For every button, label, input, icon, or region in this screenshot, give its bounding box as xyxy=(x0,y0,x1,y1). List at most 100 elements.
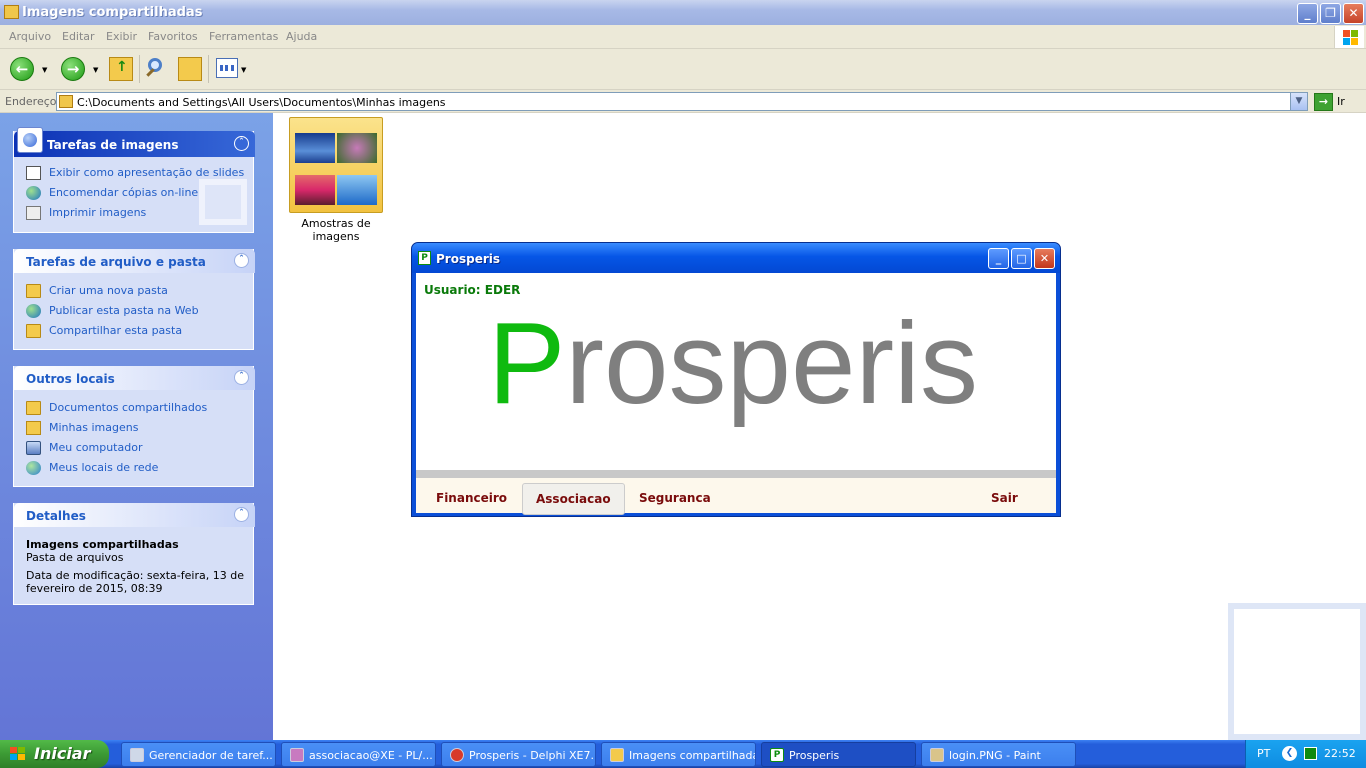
maximize-button[interactable]: ❐ xyxy=(1320,3,1341,24)
folders-icon[interactable] xyxy=(178,57,202,81)
forward-dropdown-icon[interactable]: ▼ xyxy=(93,66,98,74)
chevron-left-icon[interactable]: ❮ xyxy=(1282,746,1297,761)
taskbar-item-label[interactable]: Prosperis xyxy=(789,749,839,762)
prosperis-icon: P xyxy=(770,748,784,762)
taskbar-item-label[interactable]: Gerenciador de taref... xyxy=(149,749,273,762)
app-maximize-button[interactable]: □ xyxy=(1011,248,1032,269)
place-label[interactable]: Minhas imagens xyxy=(49,421,138,434)
task-label[interactable]: Publicar esta pasta na Web xyxy=(49,304,199,317)
menu-arquivo[interactable]: Arquivo xyxy=(9,30,51,43)
menu-exibir[interactable]: Exibir xyxy=(106,30,137,43)
task-label[interactable]: Compartilhar esta pasta xyxy=(49,324,182,337)
panel-header[interactable]: Tarefas de arquivo e pasta ˆ xyxy=(14,249,255,273)
toolbar-separator xyxy=(139,55,140,83)
collapse-icon[interactable]: ˆ xyxy=(234,370,249,385)
menu-favoritos[interactable]: Favoritos xyxy=(148,30,198,43)
start-button[interactable]: Iniciar xyxy=(0,740,109,768)
place-label[interactable]: Documentos compartilhados xyxy=(49,401,207,414)
go-arrow-icon[interactable]: → xyxy=(1314,93,1333,111)
place-my-computer[interactable]: Meu computador xyxy=(26,440,251,456)
app-icon: P xyxy=(418,251,431,265)
divider xyxy=(416,470,1056,478)
back-arrow-icon[interactable]: ← xyxy=(10,57,34,81)
menu-associacao[interactable]: Associacao xyxy=(522,483,625,515)
collapse-icon[interactable]: ˆ xyxy=(234,253,249,268)
taskbar-item[interactable]: Gerenciador de taref... xyxy=(121,742,276,767)
thumbnail-image xyxy=(295,175,335,205)
app-close-button[interactable]: ✕ xyxy=(1034,248,1055,269)
task-label[interactable]: Criar uma nova pasta xyxy=(49,284,168,297)
back-dropdown-icon[interactable]: ▼ xyxy=(42,66,47,74)
taskbar-item-label[interactable]: Imagens compartilhadas xyxy=(629,749,755,762)
place-shared-documents[interactable]: Documentos compartilhados xyxy=(26,400,251,416)
computer-icon xyxy=(26,441,41,455)
thumbnail-image xyxy=(295,133,335,163)
go-button[interactable]: Ir xyxy=(1337,95,1345,108)
image-tasks-icon xyxy=(17,127,43,153)
taskbar-item-label[interactable]: login.PNG - Paint xyxy=(949,749,1041,762)
menu-ferramentas[interactable]: Ferramentas xyxy=(209,30,278,43)
search-icon[interactable] xyxy=(145,57,169,81)
menu-seguranca[interactable]: Seguranca xyxy=(626,483,724,515)
place-label[interactable]: Meus locais de rede xyxy=(49,461,158,474)
thumbnail-image xyxy=(337,133,377,163)
task-share-folder[interactable]: Compartilhar esta pasta xyxy=(26,323,251,339)
views-icon[interactable] xyxy=(216,58,238,78)
task-publish-web[interactable]: Publicar esta pasta na Web xyxy=(26,303,251,319)
toolbar: ← ▼ → ▼ ↑ ▼ xyxy=(0,49,1366,90)
watermark-icon xyxy=(1228,603,1366,740)
taskbar-item[interactable]: login.PNG - Paint xyxy=(921,742,1076,767)
app-title: Prosperis xyxy=(436,252,501,266)
task-new-folder[interactable]: Criar uma nova pasta xyxy=(26,283,251,299)
task-label[interactable]: Encomendar cópias on-line xyxy=(49,186,198,199)
collapse-icon[interactable]: ˆ xyxy=(234,507,249,522)
start-label[interactable]: Iniciar xyxy=(34,744,90,763)
new-folder-icon xyxy=(26,284,41,298)
address-bar: Endereço C:\Documents and Settings\All U… xyxy=(0,90,1366,113)
other-places-panel: Outros locais ˆ Documentos compartilhado… xyxy=(13,366,255,487)
menu-financeiro[interactable]: Financeiro xyxy=(423,483,520,515)
taskbar-item[interactable]: Imagens compartilhadas xyxy=(601,742,756,767)
panel-title: Detalhes xyxy=(26,509,86,523)
my-pictures-icon xyxy=(26,421,41,435)
task-label[interactable]: Exibir como apresentação de slides xyxy=(49,166,244,179)
sample-pictures-folder[interactable] xyxy=(289,117,383,213)
folder-up-icon[interactable]: ↑ xyxy=(109,57,133,81)
delphi-icon xyxy=(450,748,464,762)
views-dropdown-icon[interactable]: ▼ xyxy=(241,66,246,74)
taskbar-item-label[interactable]: Prosperis - Delphi XE7... xyxy=(469,749,595,762)
minimize-button[interactable]: _ xyxy=(1297,3,1318,24)
menu-ajuda[interactable]: Ajuda xyxy=(286,30,317,43)
printer-icon xyxy=(26,206,41,220)
watermark-icon xyxy=(199,179,247,225)
panel-header[interactable]: Tarefas de imagens ˆ xyxy=(14,127,255,157)
taskbar-item[interactable]: associacao@XE - PL/... xyxy=(281,742,436,767)
language-indicator[interactable]: PT xyxy=(1257,747,1270,760)
address-path[interactable]: C:\Documents and Settings\All Users\Docu… xyxy=(77,96,446,109)
app-minimize-button[interactable]: _ xyxy=(988,248,1009,269)
task-pane: Tarefas de imagens ˆ Exibir como apresen… xyxy=(0,113,273,740)
folder-label[interactable]: Amostras de imagens xyxy=(284,217,388,243)
toolbar-separator xyxy=(208,55,209,83)
panel-header[interactable]: Detalhes ˆ xyxy=(14,503,255,527)
panel-header[interactable]: Outros locais ˆ xyxy=(14,366,255,390)
app-titlebar: P Prosperis _ □ ✕ xyxy=(412,243,1060,273)
place-my-pictures[interactable]: Minhas imagens xyxy=(26,420,251,436)
plsql-icon xyxy=(290,748,304,762)
task-label[interactable]: Imprimir imagens xyxy=(49,206,146,219)
taskbar-item[interactable]: Prosperis - Delphi XE7... xyxy=(441,742,596,767)
details-name: Imagens compartilhadas xyxy=(26,538,179,551)
menu-editar[interactable]: Editar xyxy=(62,30,95,43)
tray-app-icon[interactable] xyxy=(1304,747,1317,760)
place-network[interactable]: Meus locais de rede xyxy=(26,460,251,476)
place-label[interactable]: Meu computador xyxy=(49,441,142,454)
menu-sair[interactable]: Sair xyxy=(978,483,1031,515)
forward-arrow-icon[interactable]: → xyxy=(61,57,85,81)
taskbar-item-active[interactable]: P Prosperis xyxy=(761,742,916,767)
chevron-down-icon[interactable]: ▼ xyxy=(1290,93,1307,110)
details-modified: Data de modificação: sexta-feira, 13 de … xyxy=(26,569,244,595)
close-button[interactable]: ✕ xyxy=(1343,3,1364,24)
taskbar-item-label[interactable]: associacao@XE - PL/... xyxy=(309,749,433,762)
collapse-icon[interactable]: ˆ xyxy=(234,136,249,151)
address-field[interactable]: C:\Documents and Settings\All Users\Docu… xyxy=(56,92,1308,111)
